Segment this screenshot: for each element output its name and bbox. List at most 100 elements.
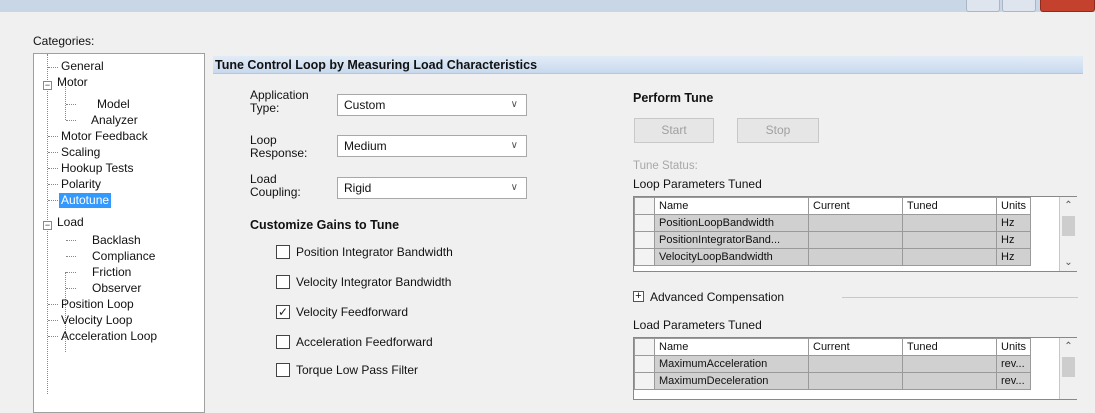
stop-button[interactable]: Stop <box>737 118 819 143</box>
minimize-button[interactable] <box>966 0 1000 12</box>
loop-response-select[interactable]: Medium ∨ <box>337 135 527 157</box>
row-header-cell <box>634 231 655 249</box>
loop-response-value: Medium <box>344 139 387 153</box>
vertical-scrollbar[interactable]: ⌃ <box>1059 338 1077 399</box>
collapse-motor-icon[interactable]: − <box>43 81 52 90</box>
scroll-thumb[interactable] <box>1062 216 1075 236</box>
column-header-units[interactable]: Units <box>995 338 1032 356</box>
application-type-value: Custom <box>344 98 386 112</box>
chevron-down-icon: ∨ <box>510 140 518 151</box>
checkbox-icon[interactable] <box>276 245 290 259</box>
cell-tuned <box>902 214 997 232</box>
cell-current <box>808 214 903 232</box>
table-row[interactable]: PositionIntegratorBand... Hz <box>634 231 1032 249</box>
customize-gains-title: Customize Gains to Tune <box>250 218 400 232</box>
tree-item-polarity[interactable]: Polarity <box>59 177 103 192</box>
loop-parameters-title: Loop Parameters Tuned <box>633 177 762 191</box>
cell-current <box>808 372 903 390</box>
column-header-name[interactable]: Name <box>654 338 809 356</box>
row-header-cell <box>634 197 655 215</box>
column-header-name[interactable]: Name <box>654 197 809 215</box>
cell-name: MaximumAcceleration <box>654 355 809 373</box>
table-row[interactable]: PositionLoopBandwidth Hz <box>634 214 1032 232</box>
cell-name: PositionLoopBandwidth <box>654 214 809 232</box>
cell-current <box>808 231 903 249</box>
row-header-cell <box>634 214 655 232</box>
categories-tree[interactable]: − − General Motor Model Analyzer Motor F… <box>33 53 205 413</box>
load-coupling-value: Rigid <box>344 181 372 195</box>
scroll-down-icon[interactable]: ⌄ <box>1060 254 1077 271</box>
table-row[interactable]: VelocityLoopBandwidth Hz <box>634 248 1032 266</box>
perform-tune-title: Perform Tune <box>633 91 714 105</box>
tree-item-motor-feedback[interactable]: Motor Feedback <box>59 129 150 144</box>
cell-name: PositionIntegratorBand... <box>654 231 809 249</box>
column-header-units[interactable]: Units <box>995 197 1032 215</box>
tree-connector <box>66 120 76 121</box>
cell-tuned <box>902 248 997 266</box>
tree-item-velocity-loop[interactable]: Velocity Loop <box>59 313 134 328</box>
categories-label: Categories: <box>33 34 95 48</box>
tree-item-position-loop[interactable]: Position Loop <box>59 297 136 312</box>
tune-status-label: Tune Status: <box>633 160 698 172</box>
tree-connector <box>48 152 58 153</box>
scroll-up-icon[interactable]: ⌃ <box>1060 338 1077 355</box>
row-header-cell <box>634 248 655 266</box>
tree-item-load[interactable]: Load <box>55 215 86 230</box>
tree-item-analyzer[interactable]: Analyzer <box>89 113 140 128</box>
tree-item-hookup-tests[interactable]: Hookup Tests <box>59 161 136 176</box>
chevron-down-icon: ∨ <box>510 182 518 193</box>
cell-units: Hz <box>995 214 1032 232</box>
expand-plus-icon[interactable]: + <box>633 291 644 302</box>
close-button[interactable] <box>1040 0 1095 12</box>
tree-connector <box>66 104 76 105</box>
tree-connector <box>48 320 58 321</box>
window-titlebar <box>0 0 1095 12</box>
scroll-thumb[interactable] <box>1062 357 1075 377</box>
loop-parameters-grid[interactable]: Name Current Tuned Units PositionLoopBan… <box>633 196 1077 272</box>
cell-units: rev... <box>995 372 1032 390</box>
row-header-cell <box>634 372 655 390</box>
checkbox-checked-icon[interactable]: ✓ <box>276 305 290 319</box>
tree-item-observer[interactable]: Observer <box>90 281 143 296</box>
tree-connector <box>66 272 76 273</box>
loop-response-label: Loop Response: <box>250 133 308 160</box>
row-header-cell <box>634 338 655 356</box>
tree-connector <box>48 304 58 305</box>
column-header-tuned[interactable]: Tuned <box>902 197 997 215</box>
scroll-up-icon[interactable]: ⌃ <box>1060 197 1077 214</box>
load-coupling-select[interactable]: Rigid ∨ <box>337 177 527 199</box>
tree-item-scaling[interactable]: Scaling <box>59 145 102 160</box>
vertical-scrollbar[interactable]: ⌃ ⌄ <box>1059 197 1077 271</box>
tree-item-compliance[interactable]: Compliance <box>90 249 157 264</box>
collapse-load-icon[interactable]: − <box>43 221 52 230</box>
tree-item-motor[interactable]: Motor <box>55 75 90 90</box>
tree-item-autotune[interactable]: Autotune <box>59 193 112 208</box>
advanced-compensation-label[interactable]: Advanced Compensation <box>650 290 784 304</box>
table-row[interactable]: MaximumDeceleration rev... <box>634 372 1032 390</box>
application-type-select[interactable]: Custom ∨ <box>337 94 527 116</box>
column-header-current[interactable]: Current <box>808 338 903 356</box>
column-header-current[interactable]: Current <box>808 197 903 215</box>
load-coupling-label: Load Coupling: <box>250 172 301 199</box>
divider <box>842 297 1078 298</box>
cell-name: MaximumDeceleration <box>654 372 809 390</box>
tree-connector <box>48 200 58 201</box>
tree-item-friction[interactable]: Friction <box>90 265 133 280</box>
load-parameters-grid[interactable]: Name Current Tuned Units MaximumAccelera… <box>633 337 1077 400</box>
checkbox-icon[interactable] <box>276 363 290 377</box>
tree-connector <box>48 336 58 337</box>
cell-current <box>808 355 903 373</box>
cell-tuned <box>902 372 997 390</box>
tree-item-model[interactable]: Model <box>95 97 132 112</box>
tree-connector <box>66 288 76 289</box>
tree-item-acceleration-loop[interactable]: Acceleration Loop <box>59 329 159 344</box>
column-header-tuned[interactable]: Tuned <box>902 338 997 356</box>
tree-item-general[interactable]: General <box>59 59 106 74</box>
table-row[interactable]: MaximumAcceleration rev... <box>634 355 1032 373</box>
tree-item-backlash[interactable]: Backlash <box>90 233 143 248</box>
checkbox-icon[interactable] <box>276 275 290 289</box>
cell-tuned <box>902 231 997 249</box>
start-button[interactable]: Start <box>634 118 714 143</box>
maximize-button[interactable] <box>1002 0 1036 12</box>
checkbox-icon[interactable] <box>276 335 290 349</box>
